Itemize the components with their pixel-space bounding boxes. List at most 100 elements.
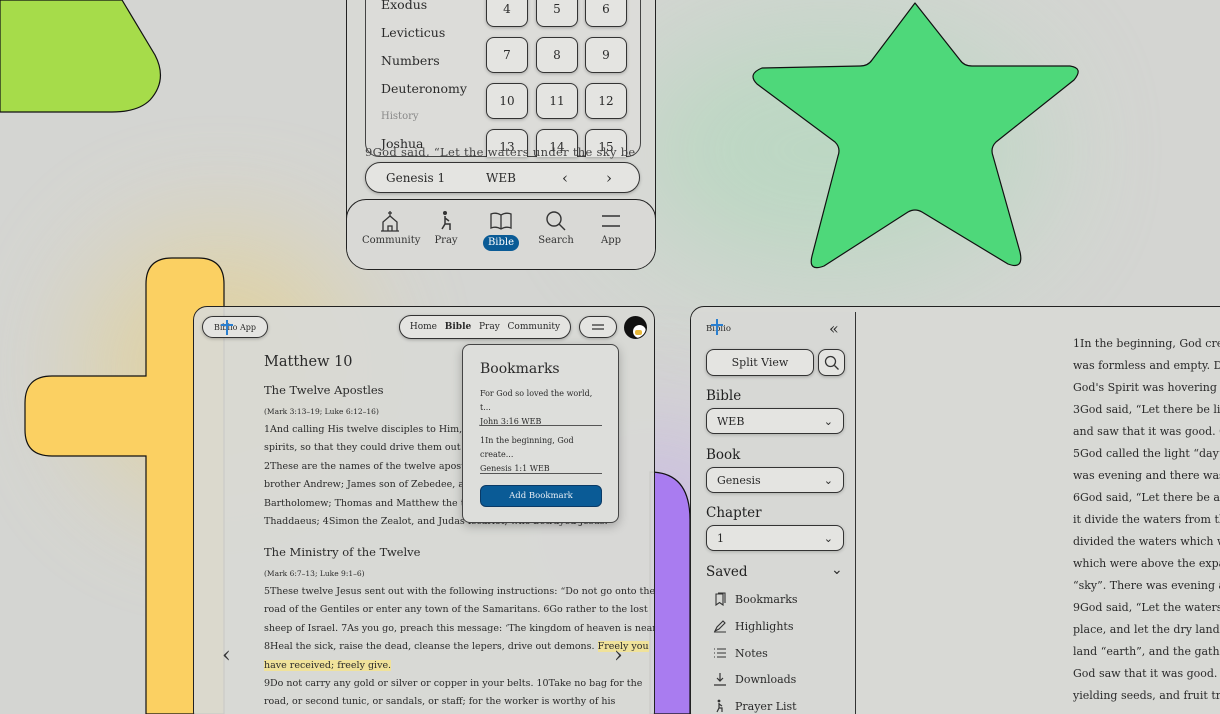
bookmark-item[interactable]: For God so loved the world, t... John 3:…: [480, 387, 604, 429]
verse-line: 8Heal the sick, raise the dead, cleanse …: [264, 638, 654, 656]
book-item[interactable]: Numbers: [381, 53, 440, 68]
phone-panel: Exodus Levicticus Numbers Deuteronomy Hi…: [346, 0, 656, 270]
chapter-button[interactable]: 8: [536, 37, 578, 73]
chapter-button[interactable]: 11: [536, 83, 578, 119]
verse-line: and saw that it was good. Go: [1073, 425, 1220, 438]
location-bar[interactable]: Genesis 1 WEB ‹ ›: [365, 162, 640, 193]
verse-line: 5These twelve Jesus sent out with the fo…: [264, 586, 655, 597]
nav-pray[interactable]: Pray: [479, 322, 500, 332]
section-heading: The Twelve Apostles: [264, 383, 384, 397]
chevron-down-icon: ⌄: [823, 473, 833, 487]
menu-icon: [602, 215, 620, 227]
search-icon: [546, 211, 566, 231]
verse-line: 9Do not carry any gold or silver or copp…: [264, 678, 643, 690]
location-version[interactable]: WEB: [486, 171, 516, 185]
verse-line: road of the Gentiles or enter any town o…: [264, 604, 648, 616]
verse-line: “sky”. There was evening and th: [1073, 579, 1220, 592]
chapter-select[interactable]: 1 ⌄: [706, 525, 844, 551]
location-book[interactable]: Genesis 1: [386, 171, 445, 185]
chevron-down-icon[interactable]: ⌄: [831, 562, 843, 578]
bookmark-item[interactable]: 1In the beginning, God create... Genesis…: [480, 434, 604, 476]
book-item[interactable]: Levicticus: [381, 25, 445, 40]
chapter-label: Chapter: [706, 505, 762, 521]
chapter-button[interactable]: 7: [486, 37, 528, 73]
verse-line: land “earth”, and the gathering: [1073, 645, 1220, 658]
highlighter-icon: [713, 620, 726, 633]
saved-label[interactable]: Saved: [706, 564, 748, 580]
chapter-button[interactable]: 6: [585, 0, 627, 27]
saved-item-label: Notes: [735, 646, 768, 660]
chapter-button[interactable]: 12: [585, 83, 627, 119]
verse-line: was evening and there was mo: [1073, 469, 1220, 482]
nav-community[interactable]: Community: [362, 210, 421, 246]
bookmark-ref: John 3:16 WEB: [480, 417, 542, 426]
book-select[interactable]: Genesis ⌄: [706, 467, 844, 493]
nav-app[interactable]: App: [583, 210, 639, 246]
verse-line: 6God said, “Let there be an exp: [1073, 491, 1220, 504]
book-item[interactable]: Exodus: [381, 0, 427, 12]
highlighted-text[interactable]: Freely you: [597, 641, 649, 653]
collapse-icon[interactable]: «: [829, 319, 839, 338]
search-icon: [824, 355, 839, 370]
verse-line: God saw that it was good. 11Go: [1073, 667, 1220, 680]
section-heading: The Ministry of the Twelve: [264, 545, 421, 559]
saved-item-downloads[interactable]: Downloads: [713, 672, 796, 686]
church-icon: [381, 211, 399, 232]
nav-label: Search: [538, 235, 574, 246]
chapter-button[interactable]: 10: [486, 83, 528, 119]
search-button[interactable]: [818, 349, 845, 376]
chapter-button[interactable]: 9: [585, 37, 627, 73]
nav-pray[interactable]: Pray: [418, 210, 474, 246]
saved-item-highlights[interactable]: Highlights: [713, 619, 793, 633]
verse-line: place, and let the dry land app: [1073, 623, 1220, 636]
avatar[interactable]: [624, 316, 647, 339]
verse-line: was formless and empty. Dark: [1073, 359, 1220, 372]
chapter-button[interactable]: 4: [486, 0, 528, 27]
prev-chapter-button[interactable]: ‹: [222, 643, 231, 668]
bottom-nav: Community Pray Bible Search App: [347, 199, 655, 269]
section-reference: (Mark 6:7–13; Luke 9:1–6): [264, 569, 365, 578]
add-bookmark-button[interactable]: Add Bookmark: [480, 485, 602, 507]
book-value: Genesis: [717, 473, 761, 487]
top-nav: Home Bible Pray Community: [399, 315, 571, 339]
nav-search[interactable]: Search: [528, 210, 584, 246]
saved-item-label: Highlights: [735, 619, 794, 633]
nav-bible[interactable]: Bible: [445, 322, 471, 332]
chevron-left-icon[interactable]: ‹: [562, 169, 568, 187]
verse-text: 8Heal the sick, raise the dead, cleanse …: [264, 641, 598, 653]
highlighted-text[interactable]: have received; freely give.: [264, 659, 392, 671]
app-logo[interactable]: Biblio App: [202, 316, 268, 338]
verse-line: road, or second tunic, or sandals, or st…: [264, 696, 616, 708]
nav-community[interactable]: Community: [508, 322, 561, 332]
book-label: Book: [706, 447, 741, 463]
verse-line: 5God called the light “day”, an: [1073, 447, 1220, 460]
purple-shape: [649, 471, 691, 714]
download-icon: [714, 673, 726, 686]
chapter-button[interactable]: 5: [536, 0, 578, 27]
saved-item-prayer-list[interactable]: Prayer List: [713, 699, 797, 713]
bible-select[interactable]: WEB ⌄: [706, 408, 844, 434]
bible-value: WEB: [717, 414, 745, 428]
cross-logo-icon: [226, 320, 228, 335]
saved-item-bookmarks[interactable]: Bookmarks: [713, 592, 798, 606]
nav-bible[interactable]: Bible: [473, 210, 529, 251]
menu-icon: [592, 324, 604, 330]
nav-label: Bible: [483, 235, 519, 251]
bookmark-text: For God so loved the world, t...: [480, 389, 593, 412]
nav-home[interactable]: Home: [410, 322, 437, 332]
divider: [480, 473, 602, 474]
menu-button[interactable]: [579, 316, 617, 338]
book-item[interactable]: Deuteronomy: [381, 81, 467, 96]
verse-line: which were above the expanse: [1073, 557, 1220, 570]
section-label: History: [381, 111, 419, 122]
verse-line: God's Spirit was hovering over t: [1073, 381, 1220, 394]
chevron-right-icon[interactable]: ›: [606, 169, 612, 187]
saved-item-notes[interactable]: Notes: [713, 646, 768, 660]
split-view-button[interactable]: Split View: [706, 349, 814, 376]
verse-line: have received; freely give.: [264, 657, 654, 675]
nav-label: Community: [362, 235, 421, 246]
bible-label: Bible: [706, 388, 742, 404]
green-shape: [0, 0, 161, 113]
next-chapter-button[interactable]: ›: [614, 643, 623, 668]
sidebar-logo[interactable]: Biblio: [706, 319, 731, 335]
